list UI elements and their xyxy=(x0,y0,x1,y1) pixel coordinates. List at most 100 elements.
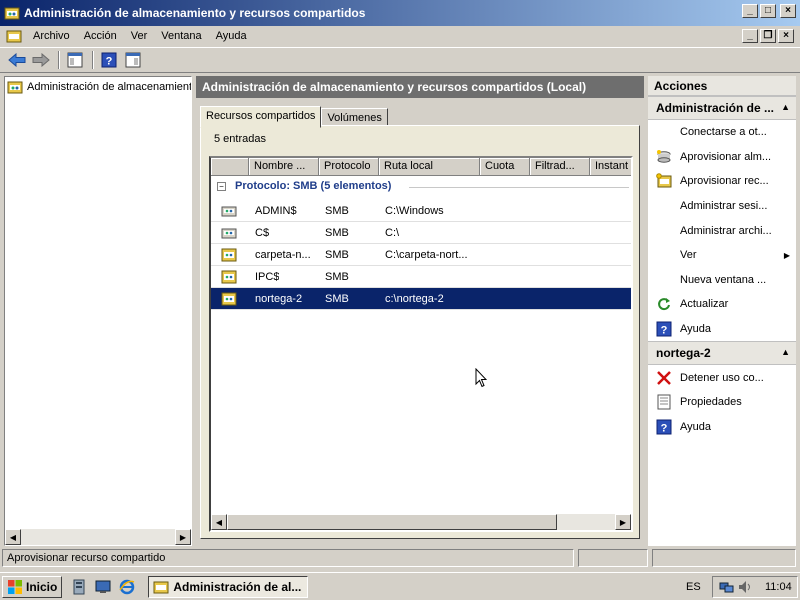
status-cell-3 xyxy=(652,549,796,567)
menu-archivo[interactable]: Archivo xyxy=(26,30,77,42)
share-protocol: SMB xyxy=(325,226,349,239)
table-row[interactable]: ADMIN$ SMB C:\Windows xyxy=(211,200,631,222)
tree-item-root[interactable]: Administración de almacenamiento y recur… xyxy=(5,77,191,97)
action-label: Conectarse a ot... xyxy=(680,126,767,139)
show-desktop-icon[interactable] xyxy=(94,578,112,596)
minimize-button[interactable]: _ xyxy=(742,4,758,18)
table-row[interactable]: carpeta-n... SMB C:\carpeta-nort... xyxy=(211,244,631,266)
column-icon[interactable] xyxy=(211,158,249,176)
show-hide-tree-button[interactable] xyxy=(64,49,86,71)
menu-ayuda[interactable]: Ayuda xyxy=(209,30,254,42)
menu-ver[interactable]: Ver xyxy=(124,30,155,42)
share-path: c:\nortega-2 xyxy=(385,292,444,305)
scroll-thumb[interactable] xyxy=(227,514,557,530)
share-path: C:\Windows xyxy=(385,204,444,217)
console-icon[interactable] xyxy=(6,28,22,44)
collapse-group-icon[interactable]: − xyxy=(217,181,226,191)
actions-section-console[interactable]: Administración de ... ▲ xyxy=(648,96,796,120)
collapse-up-icon[interactable]: ▲ xyxy=(781,347,790,357)
help-button[interactable]: ? xyxy=(98,49,120,71)
back-button[interactable] xyxy=(6,49,28,71)
submenu-arrow-icon: ▶ xyxy=(783,250,790,260)
share-path: C:\ xyxy=(385,226,400,239)
taskbar: Inicio Administración de al... ES 11:04 xyxy=(0,572,800,600)
share-icon xyxy=(221,270,237,284)
menu-bar: Archivo Acción Ver Ventana Ayuda _ ❐ × xyxy=(0,26,800,46)
column-ruta-local[interactable]: Ruta local xyxy=(379,158,480,176)
action-administrar-sesiones[interactable]: Administrar sesi... xyxy=(648,194,796,219)
column-filtrado[interactable]: Filtrad... xyxy=(530,158,590,176)
table-row-selected[interactable]: nortega-2 SMB c:\nortega-2 xyxy=(211,288,631,310)
action-label: Nueva ventana ... xyxy=(680,273,767,286)
maximize-button[interactable]: □ xyxy=(760,4,776,18)
actions-section-selected[interactable]: nortega-2 ▲ xyxy=(648,341,796,366)
volume-icon[interactable] xyxy=(737,579,753,595)
action-ayuda[interactable]: ? Ayuda xyxy=(648,317,796,342)
share-path: C:\carpeta-nort... xyxy=(385,248,468,261)
action-nueva-ventana[interactable]: Nueva ventana ... xyxy=(648,268,796,293)
action-label: Aprovisionar alm... xyxy=(680,150,772,163)
internet-explorer-icon[interactable] xyxy=(118,578,136,596)
scroll-right-arrow-icon[interactable]: ▶ xyxy=(175,529,191,545)
svg-text:?: ? xyxy=(661,422,668,434)
action-detener-uso-compartido[interactable]: Detener uso co... xyxy=(648,365,796,390)
menu-accion[interactable]: Acción xyxy=(77,30,124,42)
scroll-track[interactable] xyxy=(21,529,175,545)
action-aprovisionar-recurso[interactable]: Aprovisionar rec... xyxy=(648,169,796,194)
action-administrar-archivos[interactable]: Administrar archi... xyxy=(648,218,796,243)
svg-text:?: ? xyxy=(106,56,113,68)
action-ayuda-selected[interactable]: ? Ayuda xyxy=(648,415,796,440)
properties-icon xyxy=(657,394,671,410)
list-horizontal-scrollbar[interactable]: ◀ ▶ xyxy=(211,514,631,530)
action-ver[interactable]: Ver ▶ xyxy=(648,243,796,268)
toolbar: ? xyxy=(0,47,800,73)
tab-recursos-compartidos[interactable]: Recursos compartidos xyxy=(200,106,322,128)
scroll-track[interactable] xyxy=(557,514,615,530)
status-bar: Aprovisionar recurso compartido xyxy=(0,548,800,568)
action-propiedades[interactable]: Propiedades xyxy=(648,390,796,415)
column-cuota[interactable]: Cuota xyxy=(480,158,530,176)
language-indicator[interactable]: ES xyxy=(686,581,701,593)
group-header[interactable]: − Protocolo: SMB (5 elementos) xyxy=(217,180,391,192)
clock[interactable]: 11:04 xyxy=(765,581,792,593)
window-title: Administración de almacenamiento y recur… xyxy=(24,6,366,20)
action-actualizar[interactable]: Actualizar xyxy=(648,292,796,317)
taskbar-window-button[interactable]: Administración de al... xyxy=(148,575,309,598)
taskbar-window-label: Administración de al... xyxy=(173,579,302,594)
close-button[interactable]: × xyxy=(780,4,796,18)
action-label: Administrar sesi... xyxy=(680,200,768,213)
server-manager-icon[interactable] xyxy=(70,578,88,596)
column-nombre[interactable]: Nombre ... xyxy=(249,158,319,176)
system-tray: 11:04 xyxy=(712,576,798,598)
center-pane-header: Administración de almacenamiento y recur… xyxy=(196,76,644,98)
action-label: Detener uso co... xyxy=(680,371,764,384)
action-label: Ayuda xyxy=(680,323,711,336)
toolbar-separator xyxy=(92,51,94,69)
table-row[interactable]: IPC$ SMB xyxy=(211,266,631,288)
forward-button[interactable] xyxy=(30,49,52,71)
windows-logo-icon xyxy=(8,579,22,594)
action-conectarse[interactable]: Conectarse a ot... xyxy=(648,120,796,145)
scroll-left-arrow-icon[interactable]: ◀ xyxy=(5,529,21,545)
mdi-close-button[interactable]: × xyxy=(778,29,794,43)
scroll-left-arrow-icon[interactable]: ◀ xyxy=(211,514,227,530)
column-protocolo[interactable]: Protocolo xyxy=(319,158,379,176)
column-instantaneas[interactable]: Instant xyxy=(590,158,631,176)
admin-share-icon xyxy=(221,206,237,217)
menu-ventana[interactable]: Ventana xyxy=(154,30,208,42)
action-label: Ayuda xyxy=(680,420,711,433)
table-row[interactable]: C$ SMB C:\ xyxy=(211,222,631,244)
start-button[interactable]: Inicio xyxy=(2,575,63,598)
show-hide-action-pane-button[interactable] xyxy=(122,49,144,71)
scroll-right-arrow-icon[interactable]: ▶ xyxy=(615,514,631,530)
mdi-minimize-button[interactable]: _ xyxy=(742,29,758,43)
network-icon[interactable] xyxy=(719,579,735,595)
action-aprovisionar-almacenamiento[interactable]: Aprovisionar alm... xyxy=(648,145,796,170)
mdi-restore-button[interactable]: ❐ xyxy=(760,29,776,43)
provision-share-icon xyxy=(656,173,672,188)
share-name: ADMIN$ xyxy=(255,204,297,217)
tree-horizontal-scrollbar[interactable]: ◀ ▶ xyxy=(5,529,191,545)
share-icon xyxy=(221,292,237,306)
svg-text:?: ? xyxy=(661,325,668,337)
collapse-up-icon[interactable]: ▲ xyxy=(781,102,790,112)
